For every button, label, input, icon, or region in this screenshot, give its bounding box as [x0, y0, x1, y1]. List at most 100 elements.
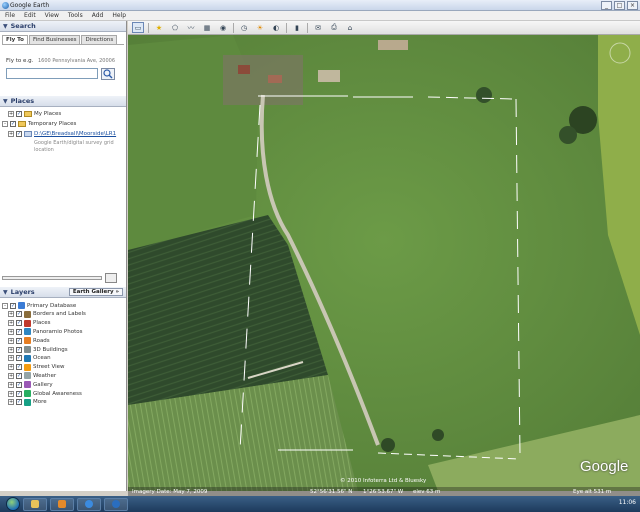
expand-icon[interactable]: +	[8, 399, 14, 406]
tab-fly-to[interactable]: Fly To	[2, 35, 28, 44]
kml-file-link[interactable]: D:\GE\Breadsall\Moorside\LR1	[34, 131, 116, 137]
planets-icon[interactable]: ◐	[270, 22, 282, 33]
placemark-icon[interactable]: ★	[153, 22, 165, 33]
overlay-icon[interactable]: ▦	[201, 22, 213, 33]
layer-item[interactable]: + ✓ Ocean	[8, 354, 51, 362]
layer-item[interactable]: + ✓ Global Awareness	[8, 390, 82, 397]
expand-icon[interactable]: +	[8, 364, 14, 371]
collapse-triangle-icon[interactable]: ▼	[3, 98, 8, 105]
start-button[interactable]	[6, 497, 20, 511]
checkbox-icon[interactable]: ✓	[16, 399, 22, 406]
layer-item[interactable]: + ✓ Places	[8, 319, 51, 327]
checkbox-icon[interactable]: ✓	[16, 355, 22, 362]
checkbox-icon[interactable]: ✓	[10, 121, 16, 127]
polygon-icon[interactable]: ⬠	[169, 22, 181, 33]
sidebar-toggle-icon[interactable]: ▭	[132, 22, 144, 33]
checkbox-icon[interactable]: ✓	[16, 111, 22, 117]
opacity-slider[interactable]	[2, 276, 102, 280]
checkbox-icon[interactable]: ✓	[10, 302, 16, 309]
windows-taskbar: 11:06	[0, 496, 640, 512]
menu-view[interactable]: View	[45, 12, 59, 19]
print-icon[interactable]: ⎙	[328, 22, 340, 33]
checkbox-icon[interactable]: ✓	[16, 131, 22, 137]
checkbox-icon[interactable]: ✓	[16, 346, 22, 353]
layer-item[interactable]: + ✓ More	[8, 398, 47, 406]
tree-cluster	[559, 126, 577, 144]
tour-icon[interactable]: ◉	[217, 22, 229, 33]
expand-icon[interactable]: +	[8, 346, 14, 353]
expand-icon[interactable]: +	[8, 381, 14, 388]
tree-item-my-places[interactable]: + ✓ My Places	[8, 111, 61, 117]
expand-icon[interactable]: +	[8, 328, 14, 335]
menu-edit[interactable]: Edit	[24, 12, 36, 19]
menu-tools[interactable]: Tools	[68, 12, 83, 19]
menu-file[interactable]: File	[5, 12, 15, 19]
layer-label: Borders and Labels	[33, 311, 86, 318]
collapse-triangle-icon[interactable]: ▼	[3, 289, 8, 296]
checkbox-icon[interactable]: ✓	[16, 381, 22, 388]
view-in-maps-icon[interactable]: ⌂	[344, 22, 356, 33]
minimize-button[interactable]: _	[601, 1, 612, 10]
layer-item[interactable]: + ✓ Panoramio Photos	[8, 328, 82, 336]
close-button[interactable]: ×	[627, 1, 638, 10]
search-button[interactable]	[101, 68, 115, 80]
layer-item[interactable]: - ✓ Primary Database	[2, 302, 76, 309]
earth-gallery-button[interactable]: Earth Gallery »	[68, 288, 123, 296]
expand-icon[interactable]: +	[8, 320, 14, 327]
collapse-icon[interactable]: -	[2, 302, 8, 309]
expand-icon[interactable]: +	[8, 390, 14, 397]
layer-item[interactable]: + ✓ 3D Buildings	[8, 346, 68, 353]
fly-to-input[interactable]	[6, 68, 98, 79]
expand-icon[interactable]: +	[8, 337, 14, 344]
checkbox-icon[interactable]: ✓	[16, 390, 22, 397]
maximize-button[interactable]: □	[614, 1, 625, 10]
expand-icon[interactable]: +	[8, 372, 14, 379]
taskbar-browser-button[interactable]	[77, 497, 101, 511]
checkbox-icon[interactable]: ✓	[16, 311, 22, 318]
taskbar-explorer-button[interactable]	[23, 497, 47, 511]
menu-help[interactable]: Help	[112, 12, 126, 19]
tab-directions[interactable]: Directions	[81, 35, 118, 44]
expand-icon[interactable]: +	[8, 111, 14, 117]
places-action-button[interactable]	[105, 273, 117, 283]
menu-add[interactable]: Add	[92, 12, 104, 19]
latitude-readout: 52°56'31.56" N	[310, 488, 353, 495]
collapse-triangle-icon[interactable]: ▼	[3, 23, 8, 30]
places-panel-header[interactable]: ▼ Places	[0, 96, 126, 107]
taskbar-media-button[interactable]	[50, 497, 74, 511]
tab-find-businesses[interactable]: Find Businesses	[28, 35, 81, 44]
checkbox-icon[interactable]: ✓	[16, 337, 22, 344]
search-panel-header[interactable]: ▼ Search	[0, 21, 126, 32]
checkbox-icon[interactable]: ✓	[16, 364, 22, 371]
historical-imagery-icon[interactable]: ◷	[238, 22, 250, 33]
checkbox-icon[interactable]: ✓	[16, 328, 22, 335]
layers-panel-header[interactable]: ▼ Layers Earth Gallery »	[0, 287, 126, 298]
path-icon[interactable]: 〰	[185, 22, 197, 33]
tree-item-temporary-places[interactable]: - ✓ Temporary Places	[2, 121, 76, 127]
layer-icon	[24, 337, 31, 345]
layer-item[interactable]: + ✓ Street View	[8, 363, 65, 371]
magnifier-icon	[103, 69, 113, 79]
checkbox-icon[interactable]: ✓	[16, 320, 22, 327]
sun-icon[interactable]: ☀	[254, 22, 266, 33]
expand-icon[interactable]: +	[8, 355, 14, 362]
ruler-icon[interactable]: ▮	[291, 22, 303, 33]
layer-item[interactable]: + ✓ Roads	[8, 337, 50, 345]
layer-label: Primary Database	[27, 302, 77, 309]
map-view[interactable]	[128, 35, 640, 491]
layer-label: 3D Buildings	[33, 346, 68, 353]
taskbar-google-earth-button[interactable]	[104, 497, 128, 511]
expand-icon[interactable]: +	[8, 131, 14, 137]
expand-icon[interactable]: +	[8, 311, 14, 318]
email-icon[interactable]: ✉	[312, 22, 324, 33]
layer-item[interactable]: + ✓ Gallery	[8, 381, 53, 389]
tree-item-kml-file[interactable]: + ✓ D:\GE\Breadsall\Moorside\LR1	[8, 131, 116, 137]
checkbox-icon[interactable]: ✓	[16, 372, 22, 379]
collapse-icon[interactable]: -	[2, 121, 8, 127]
layer-item[interactable]: + ✓ Borders and Labels	[8, 310, 86, 318]
layer-icon	[24, 390, 31, 397]
layer-item[interactable]: + ✓ Weather	[8, 372, 56, 380]
aerial-imagery[interactable]	[128, 35, 640, 491]
layer-icon	[24, 363, 31, 371]
media-icon	[58, 500, 66, 508]
